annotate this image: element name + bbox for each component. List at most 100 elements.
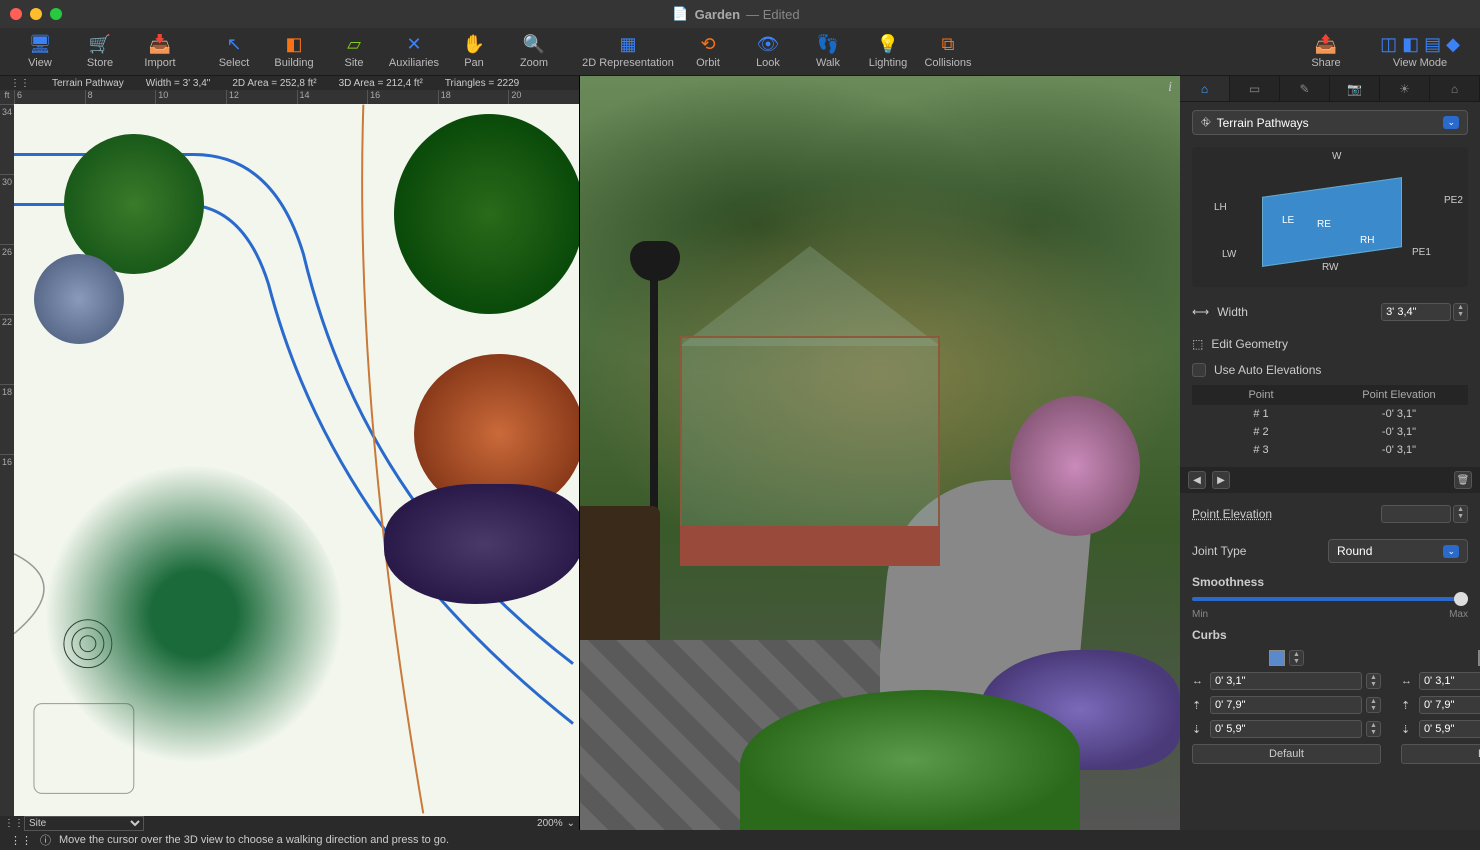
tool-auxiliaries[interactable]: ✕Auxiliaries [384,28,444,76]
store-icon: 🛒 [89,35,111,55]
view-3d[interactable]: i [580,76,1180,830]
tool-label: Auxiliaries [389,57,439,69]
status-message: Move the cursor over the 3D view to choo… [59,834,449,846]
curb-left-b[interactable] [1210,696,1362,714]
point-nav: ◀ ▶ 🗑 [1180,467,1480,493]
tool-zoom[interactable]: 🔍Zoom [504,28,564,76]
delete-point-button[interactable]: 🗑 [1454,471,1472,489]
canvas-2d[interactable] [14,104,579,816]
curb-right-c[interactable] [1419,720,1480,738]
zoom-chevron-icon[interactable]: ⌄ [567,818,575,829]
plant-2d[interactable] [394,114,579,314]
prev-point-button[interactable]: ◀ [1188,471,1206,489]
chevron-icon: ⌄ [1443,116,1459,129]
slider-max: Max [1449,609,1468,620]
checkbox-box[interactable] [1192,363,1206,377]
tool-orbit[interactable]: ⟲Orbit [678,28,738,76]
doc-icon: 📄 [672,6,688,22]
tool-view[interactable]: 🖥View [10,28,70,76]
table-row[interactable]: # 3-0' 3,1" [1192,441,1468,459]
tool-label: Select [219,57,250,69]
plant-2d[interactable] [34,254,124,344]
tool-store[interactable]: 🛒Store [70,28,130,76]
minimize-button[interactable] [30,8,42,20]
site-icon: ▱ [347,35,361,55]
info-area3d: 3D Area = 212,4 ft² [339,78,423,89]
maximize-button[interactable] [50,8,62,20]
tab-materials[interactable]: ▭ [1230,76,1280,101]
points-table-body: # 1-0' 3,1"# 2-0' 3,1"# 3-0' 3,1" [1192,405,1468,459]
tool-label: Share [1311,57,1340,69]
pe-stepper[interactable]: ▲▼ [1453,505,1468,523]
pe-input[interactable] [1381,505,1451,523]
curb-right-a[interactable] [1419,672,1480,690]
titlebar: 📄 Garden — Edited [0,0,1480,28]
tool-label: Site [345,57,364,69]
curb-left-a[interactable] [1210,672,1362,690]
dropdown-label: Terrain Pathways [1217,116,1309,130]
tool-collisions[interactable]: ⧉Collisions [918,28,978,76]
ruler-unit: ft [0,90,14,104]
plant-2d[interactable] [384,484,579,604]
tab-edit[interactable]: ✎ [1280,76,1330,101]
tab-camera[interactable]: 📷 [1330,76,1380,101]
curb-left-column: ▲▼ ↔▲▼ ⇡▲▼ ⇣▲▼ Default [1192,650,1381,764]
lighting-icon: 💡 [877,35,899,55]
close-button[interactable] [10,8,22,20]
table-row[interactable]: # 2-0' 3,1" [1192,423,1468,441]
window-controls [10,8,62,20]
smoothness-label: Smoothness [1192,575,1468,589]
tool-share[interactable]: 📤Share [1296,28,1356,76]
lamp-head [630,241,680,281]
grip-icon: ⋮⋮ [10,834,32,847]
tool-import[interactable]: 📥Import [130,28,190,76]
edit-geom-label: Edit Geometry [1211,337,1288,351]
level-dropdown[interactable]: Site [24,816,144,831]
curb-left-c[interactable] [1210,720,1362,738]
curb-right-b[interactable] [1419,696,1480,714]
jt-label: Joint Type [1192,544,1246,558]
diag-lw: LW [1222,249,1236,260]
joint-type-dropdown[interactable]: Round ⌄ [1328,539,1468,563]
info-icon[interactable]: i [1168,80,1172,96]
dimension-diagram: W LH LE RE RH LW RW PE1 PE2 [1192,147,1468,287]
default-right-button[interactable]: Default [1401,744,1480,764]
chevron-icon: ⌄ [1443,545,1459,558]
height-up-icon: ⇡ [1192,699,1206,712]
smoothness-slider[interactable] [1192,597,1468,601]
tool-site[interactable]: ▱ Site [324,28,384,76]
default-left-button[interactable]: Default [1192,744,1381,764]
tree-pink [1010,396,1140,536]
category-dropdown[interactable]: ⛗ Terrain Pathways ⌄ [1192,110,1468,135]
tool-building[interactable]: ◧Building [264,28,324,76]
auto-elevations-checkbox[interactable]: Use Auto Elevations [1192,363,1468,377]
tab-object[interactable]: ⌂ [1180,76,1230,101]
edit-geometry-button[interactable]: ⬚Edit Geometry [1192,333,1468,355]
tool-label: Lighting [869,57,908,69]
tool-look[interactable]: 👁Look [738,28,798,76]
tool-walk[interactable]: 👣Walk [798,28,858,76]
tool-select[interactable]: ↖Select [204,28,264,76]
curb-left-swatch[interactable] [1269,650,1285,666]
help-icon[interactable]: ⓘ [40,832,51,848]
tool-2drep[interactable]: ▦2D Representation [578,28,678,76]
tool-pan[interactable]: ✋Pan [444,28,504,76]
width-stepper[interactable]: ▲▼ [1453,303,1468,321]
tool-label: Look [756,57,780,69]
height-down-icon: ⇣ [1401,723,1415,736]
plant-2d[interactable] [64,134,204,274]
table-row[interactable]: # 1-0' 3,1" [1192,405,1468,423]
tab-lighting[interactable]: ☀ [1380,76,1430,101]
pathway-icon: ⛗ [1201,115,1211,130]
curb-left-stepper[interactable]: ▲▼ [1289,650,1304,666]
diag-re: RE [1317,219,1331,230]
doc-name: Garden [695,7,741,22]
tool-lighting[interactable]: 💡 Lighting [858,28,918,76]
tool-viewmode[interactable]: ◫ ◧ ▤ ◆View Mode [1370,28,1470,76]
viewmode-icon: ◫ ◧ ▤ ◆ [1380,35,1460,55]
tab-building[interactable]: ⌂ [1430,76,1480,101]
next-point-button[interactable]: ▶ [1212,471,1230,489]
hdr-point: Point [1192,389,1330,401]
pe-label: Point Elevation [1192,507,1272,521]
width-input[interactable] [1381,303,1451,321]
